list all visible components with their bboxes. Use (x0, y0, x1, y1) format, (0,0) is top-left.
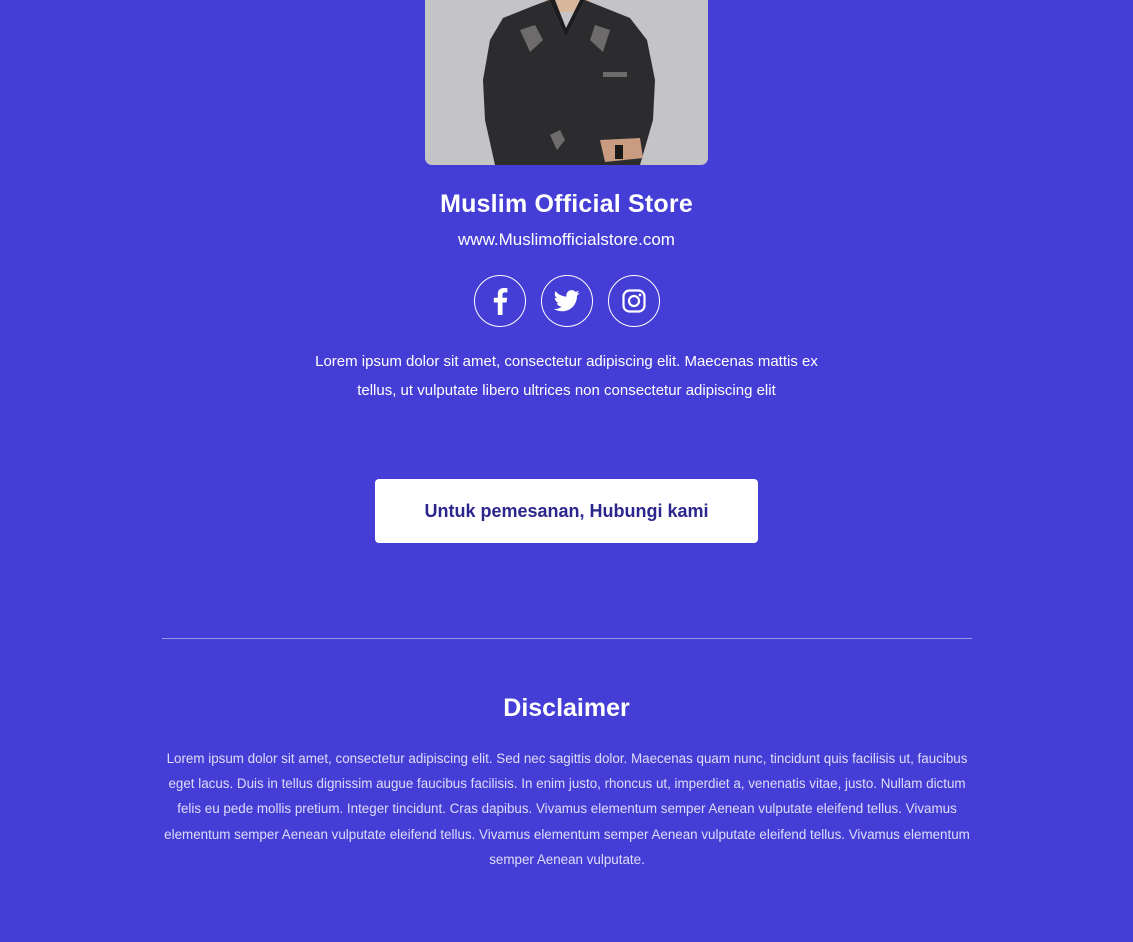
contact-us-button-label: Untuk pemesanan, Hubungi kami (424, 500, 709, 521)
profile-photo (425, 0, 708, 165)
contact-us-button[interactable]: Untuk pemesanan, Hubungi kami (375, 479, 758, 543)
facebook-link[interactable] (474, 275, 526, 327)
instagram-icon (622, 289, 646, 313)
disclaimer-text: Lorem ipsum dolor sit amet, consectetur … (164, 751, 970, 867)
facebook-icon (493, 288, 508, 315)
store-website-link[interactable]: www.Muslimofficialstore.com (0, 230, 1133, 250)
section-divider (162, 638, 972, 639)
twitter-link[interactable] (541, 275, 593, 327)
store-name: Muslim Official Store (440, 190, 693, 218)
social-links (474, 275, 660, 327)
twitter-icon (554, 290, 580, 312)
store-bio: Lorem ipsum dolor sit amet, consectetur … (315, 353, 818, 399)
instagram-link[interactable] (608, 275, 660, 327)
disclaimer-title: Disclaimer (503, 694, 630, 722)
